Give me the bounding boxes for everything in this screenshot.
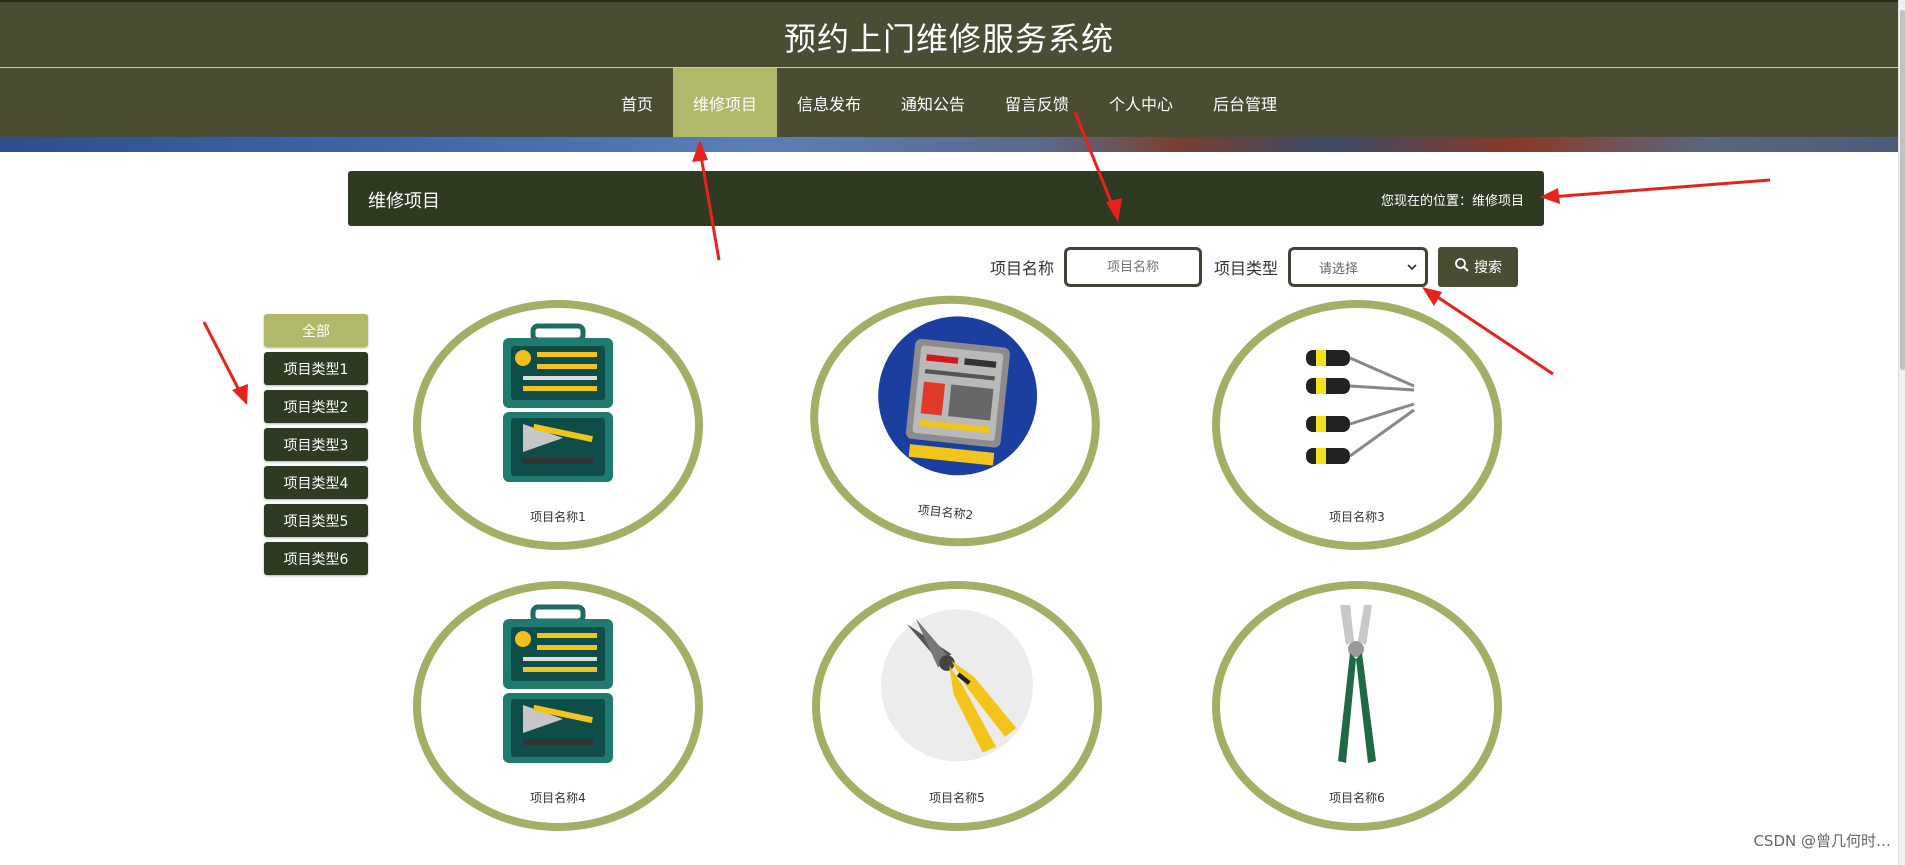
search-bar: 项目名称 项目类型 请选择 搜索 bbox=[990, 246, 1519, 288]
search-button-label: 搜索 bbox=[1474, 260, 1503, 276]
nav-item-info-publish[interactable]: 信息发布 bbox=[777, 68, 881, 137]
search-button[interactable]: 搜索 bbox=[1438, 247, 1519, 287]
project-type-select[interactable]: 请选择 bbox=[1288, 247, 1429, 287]
nav-item-label: 后台管理 bbox=[1213, 94, 1278, 114]
category-type-5[interactable]: 项目类型5 bbox=[264, 504, 368, 537]
nav-item-label: 首页 bbox=[620, 94, 653, 114]
product-card-1[interactable]: 项目名称1 bbox=[413, 300, 703, 550]
product-name: 项目名称3 bbox=[1329, 510, 1385, 524]
nav-items: 首页 维修项目 信息发布 通知公告 留言反馈 个人中心 后台管理 bbox=[0, 68, 1898, 137]
category-all[interactable]: 全部 bbox=[264, 314, 368, 347]
nav-item-label: 留言反馈 bbox=[1005, 94, 1070, 114]
banner-image-strip bbox=[0, 137, 1898, 152]
nav-item-feedback[interactable]: 留言反馈 bbox=[985, 68, 1089, 137]
category-type-3[interactable]: 项目类型3 bbox=[264, 428, 368, 461]
site-title: 预约上门维修服务系统 bbox=[783, 20, 1114, 58]
toolbox-icon bbox=[503, 323, 613, 482]
nav-item-label: 个人中心 bbox=[1109, 94, 1174, 114]
category-label: 项目类型5 bbox=[283, 513, 349, 530]
product-card-6[interactable]: 项目名称6 bbox=[1212, 581, 1502, 831]
nav-item-personal-center[interactable]: 个人中心 bbox=[1089, 68, 1193, 137]
category-label: 项目类型3 bbox=[283, 437, 349, 454]
product-card-2[interactable]: 项目名称2 bbox=[797, 281, 1113, 561]
select-value: 请选择 bbox=[1319, 261, 1359, 277]
project-type-label: 项目类型 bbox=[1214, 259, 1279, 278]
section-title-bar: 维修项目 您现在的位置：维修项目 bbox=[348, 171, 1544, 226]
screwdrivers-icon bbox=[1306, 350, 1415, 464]
product-name: 项目名称1 bbox=[530, 510, 586, 524]
page-scrollbar[interactable] bbox=[1898, 0, 1905, 865]
category-type-1[interactable]: 项目类型1 bbox=[264, 352, 368, 385]
search-icon bbox=[1454, 257, 1470, 277]
product-name: 项目名称4 bbox=[530, 791, 586, 805]
category-type-2[interactable]: 项目类型2 bbox=[264, 390, 368, 423]
tool-kit-case-icon bbox=[878, 316, 1038, 476]
nav-item-repair-projects[interactable]: 维修项目 bbox=[672, 68, 777, 137]
nav-item-label: 通知公告 bbox=[900, 94, 965, 114]
category-label: 全部 bbox=[302, 323, 330, 340]
category-type-4[interactable]: 项目类型4 bbox=[264, 466, 368, 499]
project-name-label: 项目名称 bbox=[990, 259, 1055, 278]
page-root: 预约上门维修服务系统 首页 维修项目 信息发布 通知公告 留言反馈 个人中心 后… bbox=[0, 0, 1905, 865]
product-card-5[interactable]: 项目名称5 bbox=[812, 581, 1102, 831]
category-label: 项目类型6 bbox=[283, 551, 349, 568]
product-card-3[interactable]: 项目名称3 bbox=[1212, 300, 1502, 550]
category-list: 全部 项目类型1 项目类型2 项目类型3 项目类型4 项目类型5 项目类型6 bbox=[264, 314, 368, 580]
project-name-input[interactable] bbox=[1064, 247, 1203, 287]
product-name: 项目名称6 bbox=[1329, 791, 1385, 805]
watermark: CSDN @曾几何时… bbox=[1753, 832, 1891, 850]
site-header: 预约上门维修服务系统 bbox=[0, 0, 1898, 67]
slip-joint-pliers-icon bbox=[1338, 605, 1376, 763]
chevron-down-icon bbox=[1407, 260, 1417, 275]
nav-item-label: 信息发布 bbox=[796, 94, 861, 114]
scrollbar-thumb[interactable] bbox=[1900, 10, 1905, 370]
nav-item-label: 维修项目 bbox=[692, 94, 757, 114]
product-card-4[interactable]: 项目名称4 bbox=[413, 581, 703, 831]
category-type-6[interactable]: 项目类型6 bbox=[264, 542, 368, 575]
product-name: 项目名称5 bbox=[929, 791, 985, 805]
nav-item-home[interactable]: 首页 bbox=[601, 68, 673, 137]
pliers-icon bbox=[881, 609, 1033, 762]
nav-item-admin[interactable]: 后台管理 bbox=[1193, 68, 1297, 137]
toolbox-icon bbox=[503, 604, 613, 763]
main-nav: 首页 维修项目 信息发布 通知公告 留言反馈 个人中心 后台管理 bbox=[0, 68, 1898, 137]
category-label: 项目类型4 bbox=[283, 475, 349, 492]
category-label: 项目类型1 bbox=[283, 361, 349, 378]
nav-item-notices[interactable]: 通知公告 bbox=[881, 68, 985, 137]
breadcrumb: 您现在的位置：维修项目 bbox=[1380, 194, 1524, 209]
category-label: 项目类型2 bbox=[283, 399, 349, 416]
section-title: 维修项目 bbox=[368, 191, 440, 212]
